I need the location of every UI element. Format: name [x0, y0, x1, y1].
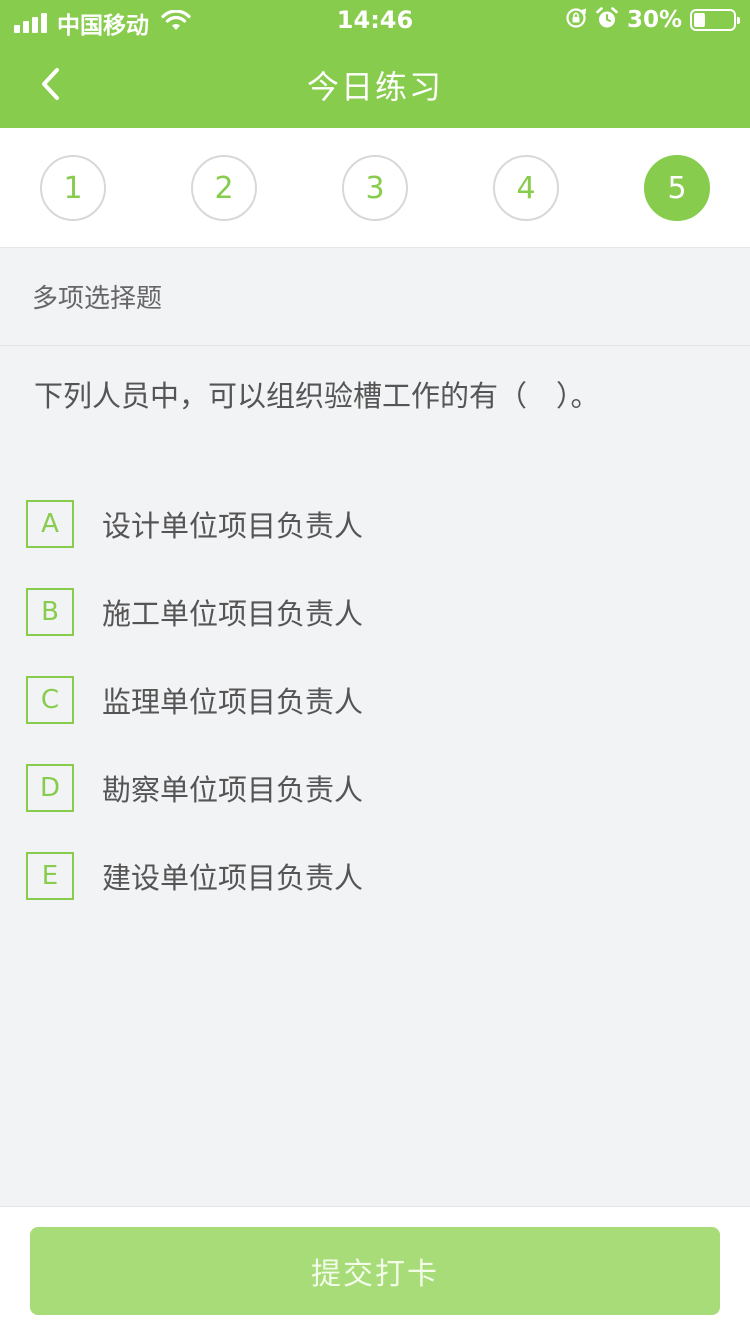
- option-c[interactable]: C 监理单位项目负责人: [26, 670, 716, 730]
- option-e[interactable]: E 建设单位项目负责人: [26, 846, 716, 906]
- question-stepper: 1 2 3 4 5: [0, 128, 750, 248]
- option-c-key: C: [26, 676, 74, 724]
- rotation-lock-icon: [565, 7, 587, 33]
- option-a-text: 设计单位项目负责人: [102, 509, 364, 543]
- step-2[interactable]: 2: [191, 155, 257, 221]
- option-b-key: B: [26, 588, 74, 636]
- nav-bar: 今日练习: [0, 40, 750, 128]
- question-text: 下列人员中，可以组织验槽工作的有（ ）。: [34, 379, 600, 413]
- option-e-key: E: [26, 852, 74, 900]
- battery-fill: [694, 13, 705, 27]
- option-a[interactable]: A 设计单位项目负责人: [26, 494, 716, 554]
- status-right: 30%: [565, 6, 740, 34]
- step-4[interactable]: 4: [493, 155, 559, 221]
- app-header: 中国移动 14:46 30% 今日练习: [0, 0, 750, 128]
- option-b[interactable]: B 施工单位项目负责人: [26, 582, 716, 642]
- step-1[interactable]: 1: [40, 155, 106, 221]
- question-type: 多项选择题: [0, 248, 750, 346]
- option-d-text: 勘察单位项目负责人: [102, 773, 364, 807]
- option-d-key: D: [26, 764, 74, 812]
- option-e-text: 建设单位项目负责人: [102, 861, 364, 895]
- option-c-text: 监理单位项目负责人: [102, 685, 364, 719]
- alarm-icon: [595, 6, 619, 34]
- step-3[interactable]: 3: [342, 155, 408, 221]
- step-5[interactable]: 5: [644, 155, 710, 221]
- option-b-text: 施工单位项目负责人: [102, 597, 364, 631]
- status-bar: 中国移动 14:46 30%: [0, 0, 750, 40]
- footer-bar: 提交打卡: [0, 1206, 750, 1334]
- option-a-key: A: [26, 500, 74, 548]
- battery-percent: 30%: [626, 7, 682, 33]
- page-title: 今日练习: [306, 68, 443, 106]
- battery-icon: [690, 9, 740, 31]
- option-d[interactable]: D 勘察单位项目负责人: [26, 758, 716, 818]
- submit-checkin-button[interactable]: 提交打卡: [30, 1227, 720, 1315]
